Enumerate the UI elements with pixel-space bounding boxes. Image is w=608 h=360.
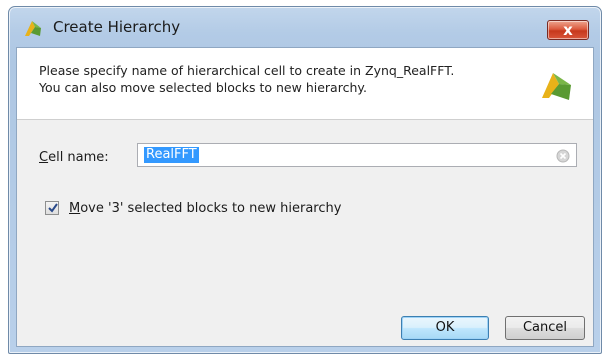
move-blocks-accelerator: M (69, 201, 81, 216)
cell-name-label-text: ell name: (48, 150, 109, 165)
create-hierarchy-dialog: Create Hierarchy x Please specify name o… (8, 6, 602, 354)
cell-name-value: RealFFT (144, 147, 199, 163)
checkmark-icon (48, 203, 58, 213)
move-blocks-label[interactable]: Move '3' selected blocks to new hierarch… (69, 201, 341, 216)
close-icon: x (563, 21, 573, 39)
title-bar[interactable]: Create Hierarchy x (9, 7, 601, 47)
header-line-2: You can also move selected blocks to new… (39, 80, 367, 95)
close-button[interactable]: x (547, 20, 589, 40)
header-description: Please specify name of hierarchical cell… (39, 62, 454, 96)
cancel-button[interactable]: Cancel (505, 316, 585, 340)
dialog-body: Please specify name of hierarchical cell… (16, 47, 594, 347)
screen: Create Hierarchy x Please specify name o… (0, 0, 608, 360)
ok-button[interactable]: OK (401, 316, 489, 340)
header-line-1: Please specify name of hierarchical cell… (39, 63, 455, 78)
clear-input-icon[interactable] (556, 148, 570, 163)
move-blocks-label-text: ove '3' selected blocks to new hierarchy (80, 201, 342, 216)
vivado-logo-icon (23, 18, 43, 38)
cell-name-accelerator: C (39, 150, 49, 165)
vivado-logo-icon (539, 64, 575, 104)
move-blocks-checkbox[interactable] (45, 201, 59, 215)
header-panel: Please specify name of hierarchical cell… (17, 48, 593, 120)
cell-name-input[interactable]: RealFFT (137, 143, 577, 167)
window-title: Create Hierarchy (53, 18, 181, 36)
cell-name-label: Cell name: (39, 150, 109, 165)
